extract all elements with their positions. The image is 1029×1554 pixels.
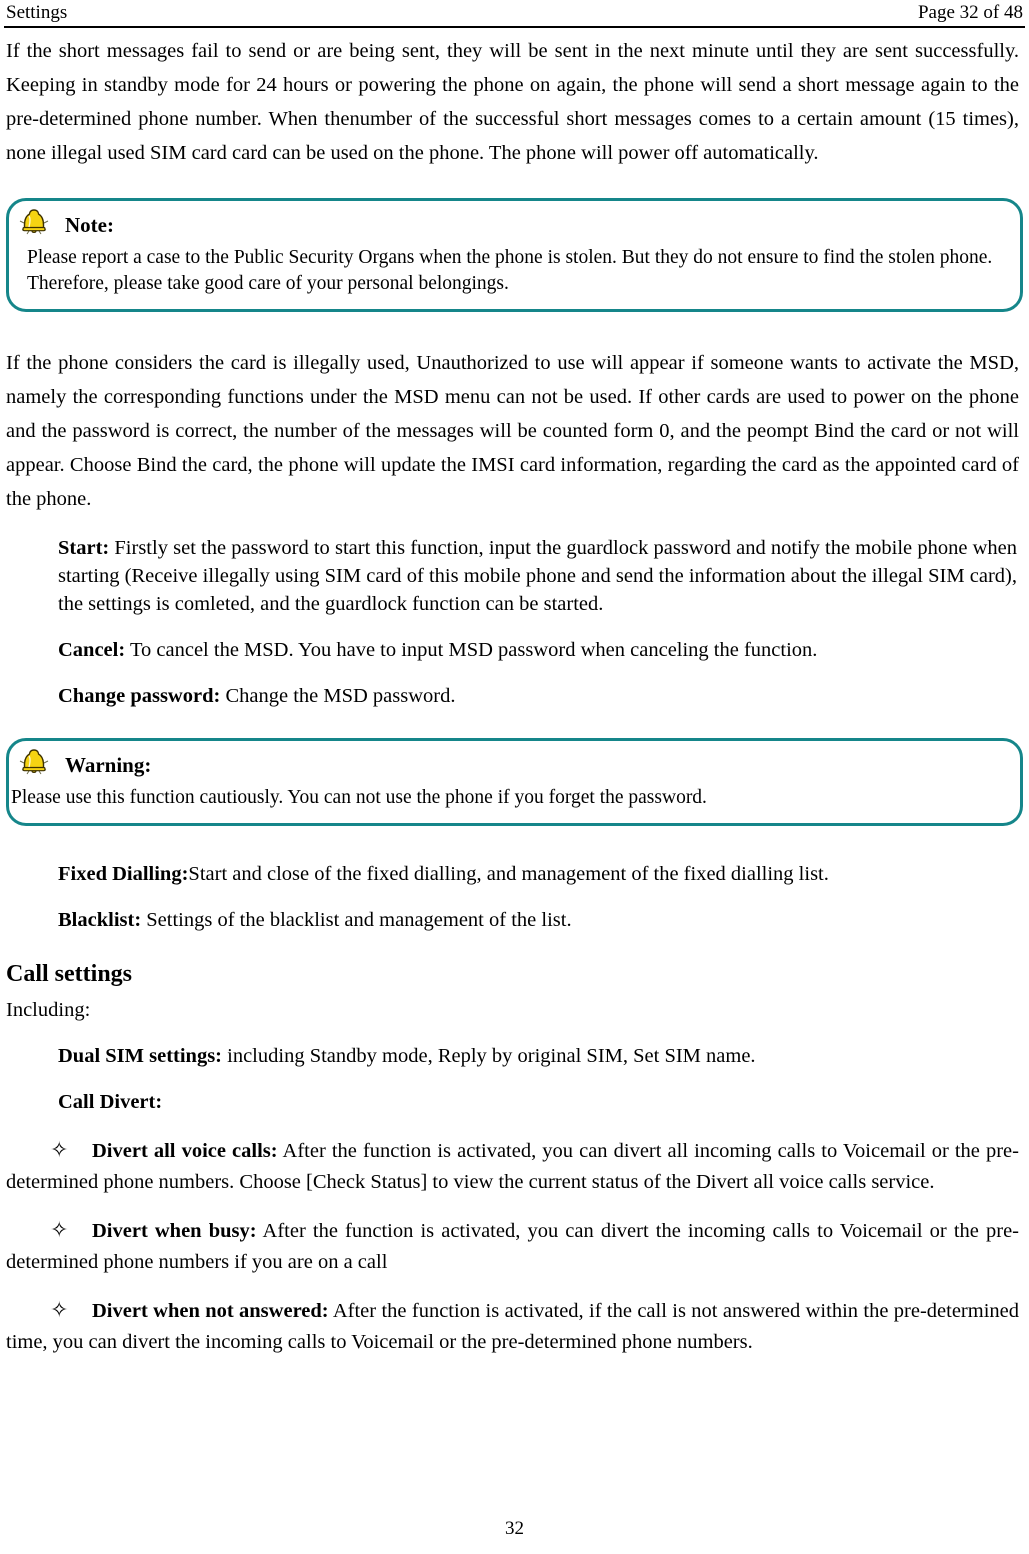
msd-option-start: Start: Firstly set the password to start… [56,534,1025,618]
divert-item-when-busy: ✧ Divert when busy: After the function is… [4,1214,1025,1278]
warning-callout-title: Warning: [65,753,152,777]
security-option-blacklist: Blacklist: Settings of the blacklist and… [56,906,1025,934]
header-section-title: Settings [6,2,68,23]
intro-paragraph: If the short messages fail to send or ar… [6,40,1019,164]
security-option-fixed-dialling-description: Start and close of the fixed dialling, a… [188,863,829,885]
document-page: Settings Page 32 of 48 If the short mess… [0,0,1029,1554]
page-footer: 32 [0,1518,1029,1540]
msd-option-cancel-description: To cancel the MSD. You have to input MSD… [125,639,818,661]
star-bullet-icon: ✧ [50,1297,69,1322]
msd-option-cancel-term: Cancel: [58,639,126,661]
msd-option-cancel: Cancel: To cancel the MSD. You have to i… [56,636,1025,664]
divert-item-when-busy-term: Divert when busy: [92,1220,257,1242]
msd-option-start-description: Firstly set the password to start this f… [58,537,1017,615]
security-option-fixed-dialling: Fixed Dialling:Start and close of the fi… [56,860,1025,888]
note-callout-body: Please report a case to the Public Secur… [27,247,993,294]
call-option-call-divert-term: Call Divert: [58,1091,163,1113]
note-callout: Note: Please report a case to the Public… [6,198,1023,312]
security-option-blacklist-term: Blacklist: [58,909,142,931]
divert-item-when-not-answered-term: Divert when not answered: [92,1300,329,1322]
msd-paragraph: If the phone considers the card is illeg… [6,352,1019,510]
call-option-dual-sim-settings: Dual SIM settings: including Standby mod… [56,1042,1025,1070]
header-page-indicator: Page 32 of 48 [917,2,1023,23]
call-option-dual-sim-settings-term: Dual SIM settings: [58,1045,223,1067]
divert-item-all-voice-calls: ✧ Divert all voice calls: After the funct… [4,1134,1025,1198]
call-option-dual-sim-settings-description: including Standby mode, Reply by origina… [222,1045,756,1067]
warning-callout: Warning: Please use this function cautio… [6,738,1023,826]
bell-icon [17,207,51,239]
including-label: Including: [6,999,91,1021]
star-bullet-icon: ✧ [50,1137,69,1162]
footer-page-number: 32 [505,1518,524,1539]
call-settings-heading: Call settings [6,961,132,987]
warning-callout-body: Please use this function cautiously. You… [11,787,707,808]
msd-option-change-password: Change password: Change the MSD password… [56,682,1025,710]
note-callout-title: Note: [65,213,114,237]
call-option-call-divert: Call Divert: [56,1088,1025,1116]
security-option-fixed-dialling-term: Fixed Dialling: [58,863,189,885]
security-option-blacklist-description: Settings of the blacklist and management… [141,909,572,931]
msd-option-change-password-term: Change password: [58,685,221,707]
page-header: Settings Page 32 of 48 [4,0,1025,28]
bell-icon [17,747,51,779]
divert-item-all-voice-calls-term: Divert all voice calls: [92,1140,278,1162]
star-bullet-icon: ✧ [50,1217,69,1242]
msd-option-start-term: Start: [58,537,110,559]
msd-option-change-password-description: Change the MSD password. [220,685,456,707]
divert-item-when-not-answered: ✧ Divert when not answered: After the fun… [4,1294,1025,1358]
